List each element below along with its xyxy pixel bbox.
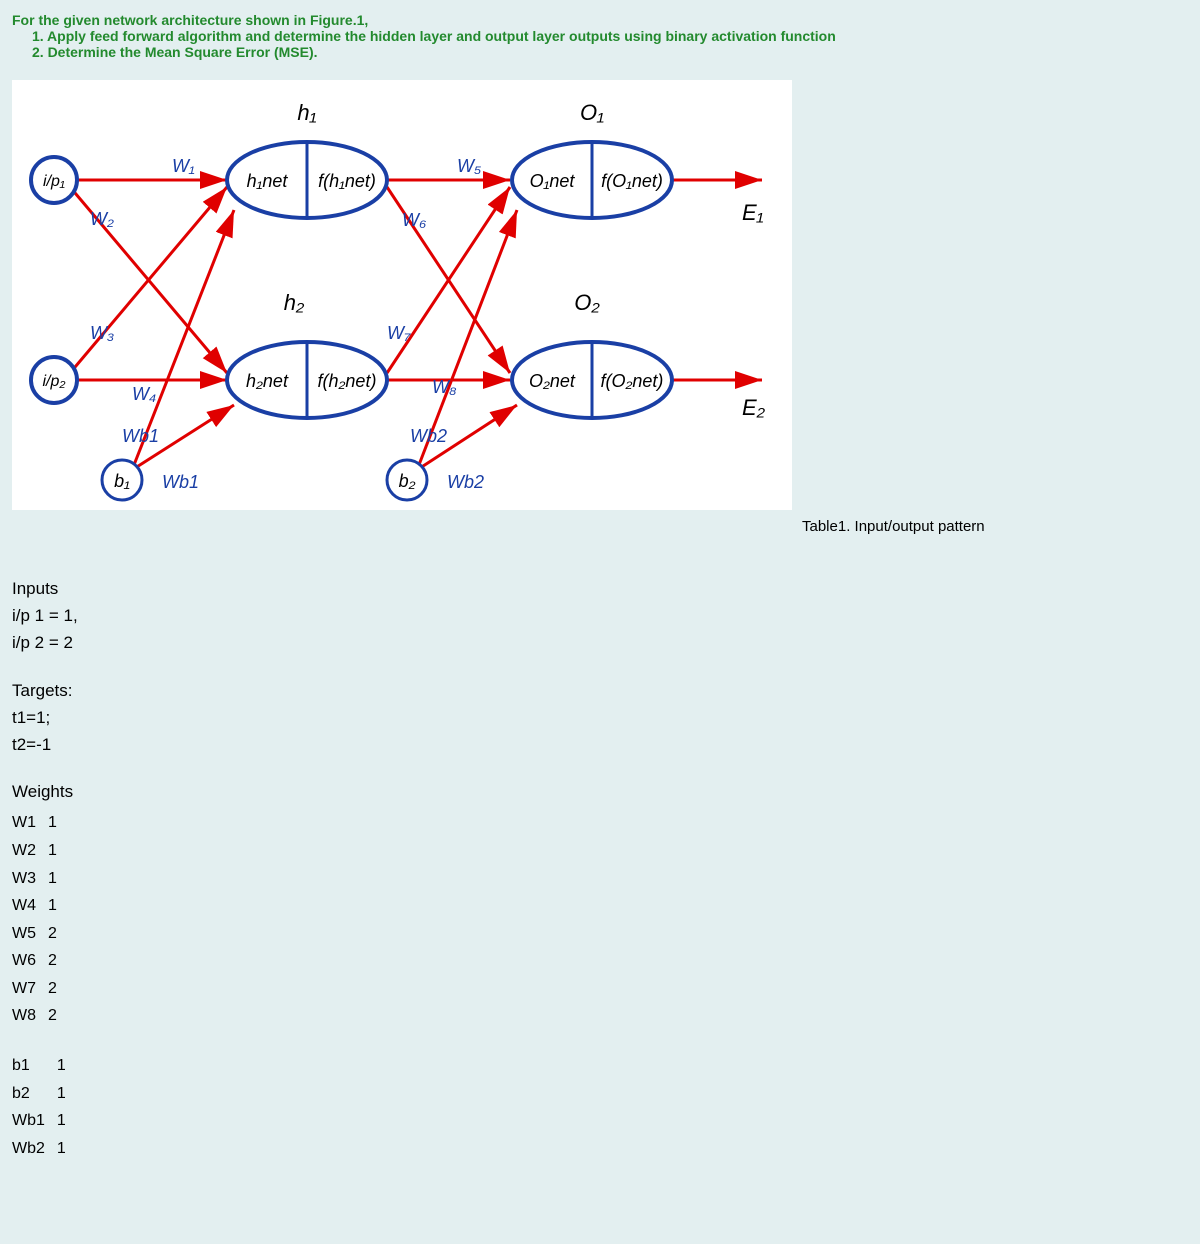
svg-text:W₈: W₈	[432, 377, 457, 397]
svg-text:W₂: W₂	[90, 209, 114, 229]
svg-text:W₁: W₁	[172, 156, 195, 176]
svg-text:Wb1: Wb1	[162, 472, 199, 492]
header-point2: 2. Determine the Mean Square Error (MSE)…	[32, 44, 1188, 60]
svg-text:W₆: W₆	[402, 210, 426, 230]
svg-text:O₂net: O₂net	[529, 371, 576, 391]
svg-text:Wb2: Wb2	[410, 426, 447, 446]
svg-text:E₂: E₂	[742, 395, 766, 420]
svg-text:f(h₂net): f(h₂net)	[318, 371, 377, 391]
svg-text:i/p₂: i/p₂	[43, 373, 66, 390]
svg-text:h₂: h₂	[284, 290, 305, 315]
svg-text:Wb2: Wb2	[447, 472, 484, 492]
table-row: b21	[12, 1080, 78, 1108]
svg-text:W₇: W₇	[387, 323, 411, 343]
svg-text:b₂: b₂	[399, 471, 416, 491]
svg-text:b₁: b₁	[114, 471, 130, 491]
header-point1: 1. Apply feed forward algorithm and dete…	[32, 28, 1188, 44]
table-row: b11	[12, 1052, 78, 1080]
svg-text:h₁net: h₁net	[247, 171, 289, 191]
target-line-1: t1=1;	[12, 704, 1188, 731]
svg-text:f(O₁net): f(O₁net)	[601, 171, 663, 191]
table-row: W52	[12, 920, 69, 948]
problem-header: For the given network architecture shown…	[12, 12, 1188, 60]
inputs-title: Inputs	[12, 575, 1188, 602]
input-line-1: i/p 1 = 1,	[12, 602, 1188, 629]
table-row: W31	[12, 865, 69, 893]
table-row: W72	[12, 975, 69, 1003]
svg-text:i/p₁: i/p₁	[43, 173, 65, 190]
svg-text:h₁: h₁	[297, 100, 316, 125]
table-row: Wb21	[12, 1135, 78, 1163]
svg-text:O₂: O₂	[574, 290, 600, 315]
table-row: W82	[12, 1002, 69, 1030]
header-intro: For the given network architecture shown…	[12, 12, 1188, 28]
svg-text:O₁: O₁	[580, 100, 604, 125]
network-diagram: i/p₁ i/p₂ b₁ b₂ h₁net f(h₁net) h₁ h₂net …	[12, 80, 792, 510]
table-row: W41	[12, 892, 69, 920]
table-row: W62	[12, 947, 69, 975]
table-caption: Table1. Input/output pattern	[802, 518, 1188, 535]
svg-text:W₄: W₄	[132, 384, 156, 404]
table-row: Wb11	[12, 1107, 78, 1135]
target-line-2: t2=-1	[12, 731, 1188, 758]
input-line-2: i/p 2 = 2	[12, 629, 1188, 656]
svg-text:f(h₁net): f(h₁net)	[318, 171, 376, 191]
svg-text:Wb1: Wb1	[122, 426, 159, 446]
biases-table: b11 b21 Wb11 Wb21	[12, 1052, 78, 1162]
targets-title: Targets:	[12, 677, 1188, 704]
svg-text:W₅: W₅	[457, 156, 481, 176]
parameters-section: Inputs i/p 1 = 1, i/p 2 = 2 Targets: t1=…	[12, 575, 1188, 1162]
weights-title: Weights	[12, 778, 1188, 805]
svg-text:O₁net: O₁net	[530, 171, 576, 191]
table-row: W11	[12, 809, 69, 837]
diagram-svg: i/p₁ i/p₂ b₁ b₂ h₁net f(h₁net) h₁ h₂net …	[12, 80, 792, 510]
table-row: W21	[12, 837, 69, 865]
svg-text:f(O₂net): f(O₂net)	[601, 371, 664, 391]
svg-text:W₃: W₃	[90, 323, 114, 343]
weights-table: W11 W21 W31 W41 W52 W62 W72 W82	[12, 809, 69, 1030]
svg-text:E₁: E₁	[742, 200, 764, 225]
svg-text:h₂net: h₂net	[246, 371, 289, 391]
